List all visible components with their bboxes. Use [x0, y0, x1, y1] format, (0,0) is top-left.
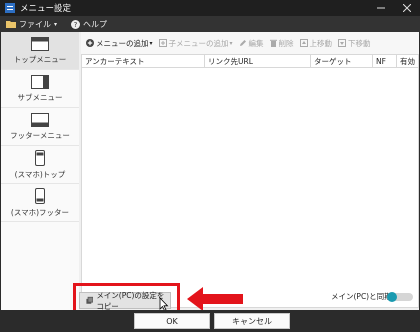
- menu-bar: ファイル ▾ ? ヘルプ: [0, 16, 420, 32]
- sidebar-item-label: フッターメニュー: [10, 130, 70, 140]
- sync-toggle-knob: [387, 292, 397, 302]
- desktop-layout-icon: [31, 36, 49, 51]
- edit-button[interactable]: 編集: [239, 38, 264, 49]
- delete-label: 削除: [278, 38, 294, 48]
- mouse-cursor-icon: [159, 297, 169, 311]
- minimize-icon: [377, 7, 385, 9]
- move-up-button[interactable]: 上移動: [299, 38, 333, 49]
- add-menu-button[interactable]: メニューの追加 ▾: [86, 38, 153, 49]
- title-bar: メニュー設定: [0, 0, 420, 16]
- sidebar-layout-icon: [31, 74, 49, 89]
- sidebar-item-label: トップメニュー: [13, 54, 67, 64]
- sidebar-item-smartphone-footer[interactable]: (スマホ)フッター: [1, 184, 79, 222]
- sidebar-item-top-menu[interactable]: トップメニュー: [1, 32, 79, 70]
- move-down-label: 下移動: [348, 38, 371, 48]
- sync-label: メイン(PC)と同期: [331, 292, 392, 301]
- trash-icon: [269, 39, 277, 47]
- add-child-menu-button[interactable]: 子メニューの追加 ▾: [158, 38, 233, 49]
- sidebar-item-label: サブメニュー: [17, 92, 63, 102]
- red-arrow-icon: [187, 287, 243, 311]
- plus-circle-icon: [86, 39, 94, 47]
- window-title: メニュー設定: [20, 4, 72, 14]
- toolbar: メニューの追加 ▾ 子メニューの追加 ▾ 編集 削除 上移動 下移動: [81, 32, 419, 54]
- table-header: アンカーテキスト リンク先URL ターゲット NF 有効: [82, 55, 418, 68]
- column-header-anchor-text[interactable]: アンカーテキスト: [82, 55, 205, 67]
- move-up-label: 上移動: [309, 38, 333, 48]
- arrow-down-icon: [338, 39, 347, 47]
- add-child-icon: [158, 39, 167, 47]
- help-menu[interactable]: ? ヘルプ: [71, 19, 107, 30]
- add-child-menu-label: 子メニューの追加: [168, 38, 229, 48]
- add-menu-label: メニューの追加: [96, 38, 149, 48]
- sync-toggle[interactable]: [387, 292, 413, 302]
- smartphone-top-icon: [35, 149, 45, 166]
- minimize-button[interactable]: [368, 0, 394, 16]
- close-window-button[interactable]: [394, 0, 420, 16]
- sidebar-item-label: (スマホ)トップ: [14, 169, 66, 179]
- menu-table: アンカーテキスト リンク先URL ターゲット NF 有効: [81, 54, 419, 308]
- sidebar-item-footer-menu[interactable]: フッターメニュー: [1, 108, 79, 146]
- dialog-button-bar: OK キャンセル: [1, 310, 419, 331]
- file-menu[interactable]: ファイル ▾: [6, 19, 57, 30]
- chevron-down-icon: ▾: [229, 39, 233, 47]
- folder-icon: [6, 21, 16, 28]
- window-controls: [368, 0, 420, 16]
- column-header-enabled[interactable]: 有効: [397, 55, 418, 67]
- sidebar-item-smartphone-top[interactable]: (スマホ)トップ: [1, 146, 79, 184]
- chevron-down-icon: ▾: [54, 20, 58, 28]
- chevron-down-icon: ▾: [149, 39, 153, 47]
- edit-label: 編集: [248, 38, 264, 48]
- file-menu-label: ファイル: [19, 19, 51, 29]
- pencil-icon: [239, 40, 246, 46]
- column-header-target[interactable]: ターゲット: [311, 55, 373, 67]
- close-icon: [403, 4, 411, 12]
- svg-text:?: ?: [74, 21, 78, 29]
- smartphone-footer-icon: [35, 187, 45, 204]
- sidebar-item-label: (スマホ)フッター: [10, 207, 70, 217]
- arrow-up-icon: [299, 39, 308, 47]
- delete-button[interactable]: 削除: [269, 38, 294, 49]
- app-icon: [5, 3, 15, 13]
- help-icon: ?: [71, 19, 81, 29]
- move-down-button[interactable]: 下移動: [338, 38, 371, 49]
- column-header-nf[interactable]: NF: [373, 55, 397, 67]
- sidebar: トップメニュー サブメニュー フッターメニュー (スマホ)トップ (スマホ)フッ…: [1, 32, 79, 310]
- cancel-button[interactable]: キャンセル: [214, 313, 290, 329]
- column-header-link-url[interactable]: リンク先URL: [205, 55, 311, 67]
- help-menu-label: ヘルプ: [83, 19, 108, 29]
- dialog-body: トップメニュー サブメニュー フッターメニュー (スマホ)トップ (スマホ)フッ…: [1, 32, 419, 331]
- ok-button[interactable]: OK: [134, 313, 210, 329]
- sidebar-item-sub-menu[interactable]: サブメニュー: [1, 70, 79, 108]
- footer-layout-icon: [31, 112, 49, 127]
